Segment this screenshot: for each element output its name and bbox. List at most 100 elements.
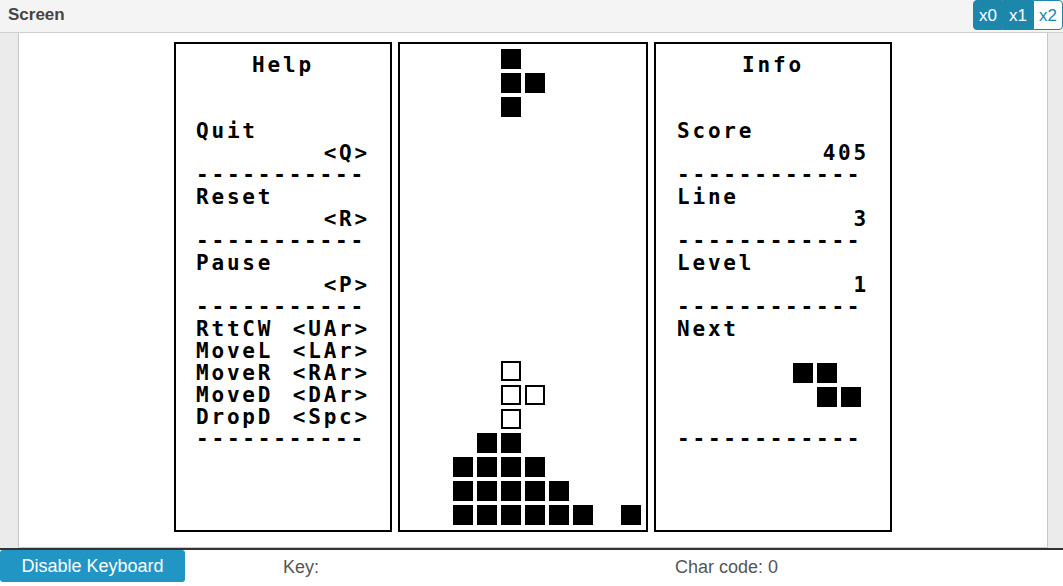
disable-keyboard-button[interactable]: Disable Keyboard: [0, 550, 185, 582]
empty-cell: [429, 409, 449, 429]
empty-cell: [597, 481, 617, 501]
empty-cell: [429, 385, 449, 405]
empty-cell: [549, 97, 569, 117]
empty-cell: [501, 265, 521, 285]
empty-cell: [525, 433, 545, 453]
empty-cell: [597, 313, 617, 333]
empty-cell: [597, 73, 617, 93]
empty-cell: [429, 241, 449, 261]
stat-label: Line: [677, 186, 869, 208]
empty-cell: [549, 217, 569, 237]
empty-cell: [597, 289, 617, 309]
empty-cell: [501, 217, 521, 237]
empty-cell: [549, 385, 569, 405]
empty-cell: [453, 193, 473, 213]
window-title: Screen: [0, 0, 65, 30]
empty-cell: [549, 457, 569, 477]
block-cell: [549, 481, 569, 501]
char-code-label: Char code: 0: [675, 550, 778, 584]
empty-cell: [429, 433, 449, 453]
empty-cell: [453, 385, 473, 405]
empty-cell: [573, 457, 593, 477]
next-piece: [793, 363, 861, 407]
empty-cell: [621, 193, 641, 213]
empty-cell: [621, 337, 641, 357]
empty-cell: [405, 481, 425, 501]
empty-cell: [477, 313, 497, 333]
control-label: RttCW: [196, 318, 273, 340]
block-cell: [477, 433, 497, 453]
empty-cell: [429, 121, 449, 141]
empty-cell: [405, 97, 425, 117]
empty-cell: [597, 265, 617, 285]
block-cell: [525, 505, 545, 525]
control-key: <Spc>: [293, 406, 370, 428]
empty-cell: [621, 97, 641, 117]
empty-cell: [429, 169, 449, 189]
empty-cell: [621, 241, 641, 261]
empty-cell: [429, 505, 449, 525]
empty-cell: [405, 409, 425, 429]
title-bar: Screen x0x1x2: [0, 0, 1063, 33]
scale-button[interactable]: x0: [973, 0, 1003, 30]
rule: ------------: [677, 428, 869, 450]
empty-cell: [429, 481, 449, 501]
empty-cell: [621, 361, 641, 381]
empty-cell: [501, 289, 521, 309]
empty-cell: [621, 433, 641, 453]
empty-cell: [573, 313, 593, 333]
scale-button[interactable]: x2: [1033, 0, 1063, 30]
empty-cell: [549, 193, 569, 213]
game-board[interactable]: [398, 42, 648, 532]
empty-cell: [525, 313, 545, 333]
ghost-cell: [525, 385, 545, 405]
empty-cell: [621, 169, 641, 189]
empty-cell: [477, 385, 497, 405]
empty-cell: [573, 481, 593, 501]
empty-cell: [477, 193, 497, 213]
empty-cell: [621, 145, 641, 165]
empty-cell: [429, 313, 449, 333]
stat-label: Score: [677, 120, 869, 142]
empty-cell: [621, 265, 641, 285]
empty-cell: [525, 217, 545, 237]
empty-cell: [453, 97, 473, 117]
empty-cell: [597, 121, 617, 141]
empty-cell: [597, 433, 617, 453]
empty-cell: [549, 145, 569, 165]
key-label: Key:: [283, 550, 675, 584]
empty-cell: [477, 49, 497, 69]
empty-cell: [405, 73, 425, 93]
empty-cell: [597, 97, 617, 117]
left-gutter: [0, 33, 18, 548]
empty-cell: [597, 193, 617, 213]
empty-cell: [501, 169, 521, 189]
scale-button[interactable]: x1: [1003, 0, 1033, 30]
empty-cell: [525, 49, 545, 69]
empty-cell: [405, 457, 425, 477]
screen-area: HelpQuit<Q>-----------Reset<R>----------…: [0, 33, 1063, 548]
empty-cell: [477, 97, 497, 117]
block-cell: [573, 505, 593, 525]
empty-cell: [429, 49, 449, 69]
block-cell: [477, 457, 497, 477]
stat-value: 1: [677, 274, 869, 296]
block-cell: [501, 49, 521, 69]
control-key: <RAr>: [293, 362, 370, 384]
empty-cell: [429, 73, 449, 93]
ghost-cell: [501, 361, 521, 381]
block-cell: [525, 73, 545, 93]
empty-cell: [549, 433, 569, 453]
empty-cell: [477, 121, 497, 141]
rule: ------------: [677, 164, 869, 186]
empty-cell: [453, 361, 473, 381]
empty-cell: [573, 97, 593, 117]
empty-cell: [405, 193, 425, 213]
empty-cell: [525, 361, 545, 381]
empty-cell: [453, 289, 473, 309]
board-grid: [405, 49, 646, 525]
empty-cell: [429, 361, 449, 381]
block-cell: [453, 505, 473, 525]
empty-cell: [573, 73, 593, 93]
empty-cell: [525, 145, 545, 165]
